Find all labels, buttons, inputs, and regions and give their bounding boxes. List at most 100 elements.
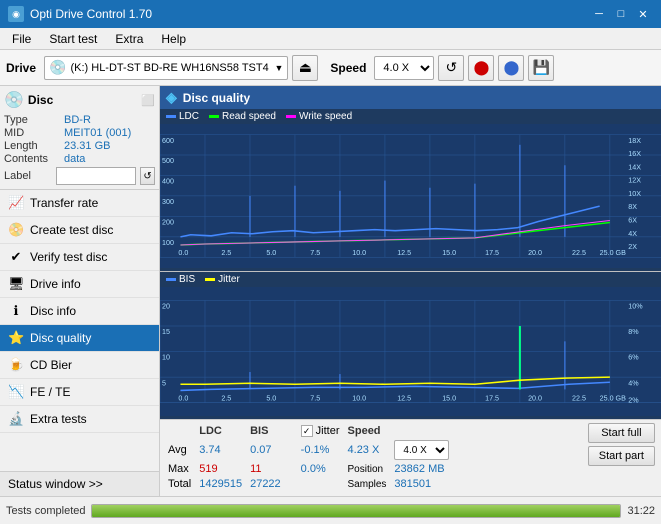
sidebar-item-drive-info[interactable]: 🖥 Drive info [0,271,159,298]
write-dot [286,115,296,118]
mid-label: MID [4,127,64,139]
svg-text:12.5: 12.5 [397,395,411,403]
svg-text:10: 10 [162,354,170,362]
content-area: ◈ Disc quality LDC Read speed [160,86,661,496]
svg-text:15.0: 15.0 [442,249,456,257]
length-label: Length [4,140,64,152]
svg-text:22.5: 22.5 [572,395,586,403]
svg-text:20: 20 [162,302,170,310]
read-speed-legend: Read speed [209,111,276,122]
length-value: 23.31 GB [64,140,110,152]
total-ldc-value: 1429515 [199,478,248,491]
sidebar-item-transfer-rate[interactable]: 📈 Transfer rate [0,190,159,217]
jitter-col-header: Jitter [316,425,340,437]
ldc-chart-legend: LDC Read speed Write speed [160,109,661,124]
svg-text:600: 600 [162,137,174,145]
jitter-checkbox[interactable]: ✓ [301,425,313,437]
svg-text:10.0: 10.0 [352,395,366,403]
extra-tests-label: Extra tests [30,412,151,426]
maximize-button[interactable]: □ [611,4,631,24]
toolbar: Drive 💿 (K:) HL-DT-ST BD-RE WH16NS58 TST… [0,50,661,86]
bis-chart-svg: 20 15 10 5 10% 8% 6% 4% 2% 0.0 2.5 5.0 [160,287,661,416]
sidebar-item-extra-tests[interactable]: 🔬 Extra tests [0,406,159,433]
label-label: Label [4,170,52,182]
contents-label: Contents [4,153,64,165]
close-button[interactable]: ✕ [633,4,653,24]
status-window-label: Status window >> [8,477,103,491]
start-full-button[interactable]: Start full [588,423,655,443]
drive-selector[interactable]: 💿 (K:) HL-DT-ST BD-RE WH16NS58 TST4 ▼ [44,56,288,80]
status-window-button[interactable]: Status window >> [0,471,159,496]
read-dot [209,115,219,118]
sidebar-item-verify-test-disc[interactable]: ✔ Verify test disc [0,244,159,271]
avg-bis-value: 0.07 [250,440,287,461]
svg-text:8%: 8% [628,328,639,336]
menu-help[interactable]: Help [153,30,194,48]
bis-label: BIS [179,274,195,285]
svg-text:200: 200 [162,219,174,227]
start-part-button[interactable]: Start part [588,446,655,466]
progress-bar-fill [92,505,620,517]
sidebar-item-fe-te[interactable]: 📉 FE / TE [0,379,159,406]
sidebar-item-disc-info[interactable]: ℹ Disc info [0,298,159,325]
ldc-chart-svg: 600 500 400 300 200 100 18X 16X 14X 12X … [160,124,661,268]
svg-text:500: 500 [162,157,174,165]
type-label: Type [4,114,64,126]
sidebar-item-create-test-disc[interactable]: 📀 Create test disc [0,217,159,244]
cd-bier-label: CD Bier [30,358,151,372]
minimize-button[interactable]: ─ [589,4,609,24]
drive-label: Drive [6,61,36,75]
svg-text:20.0: 20.0 [528,395,542,403]
jitter-legend: Jitter [205,274,240,285]
save-button[interactable]: 💾 [528,55,554,81]
main-area: 💿 Disc ⬜ Type BD-R MID MEIT01 (001) Leng… [0,86,661,496]
svg-text:8X: 8X [628,203,637,211]
transfer-rate-label: Transfer rate [30,196,151,210]
app-title: Opti Drive Control 1.70 [30,7,152,21]
ldc-chart: LDC Read speed Write speed [160,109,661,271]
avg-ldc-value: 3.74 [199,440,248,461]
disc-label-refresh-btn[interactable]: ↺ [140,167,155,185]
disc-quality-icon: ⭐ [8,330,24,346]
menu-extra[interactable]: Extra [107,30,151,48]
svg-text:10%: 10% [628,302,643,310]
svg-text:0.0: 0.0 [178,395,188,403]
svg-text:5: 5 [162,379,166,387]
titlebar: ◉ Opti Drive Control 1.70 ─ □ ✕ [0,0,661,28]
stats-speed-select[interactable]: 4.0 X 2.0 X 8.0 X [394,440,449,460]
sidebar: 💿 Disc ⬜ Type BD-R MID MEIT01 (001) Leng… [0,86,160,496]
speed-select[interactable]: 4.0 X 2.0 X 8.0 X [374,56,434,80]
disc-quality-header: ◈ Disc quality [160,86,661,109]
samples-label: Samples [348,478,393,491]
sidebar-item-cd-bier[interactable]: 🍺 CD Bier [0,352,159,379]
stats-table: LDC BIS ✓ Jitter Speed Avg 3.74 0. [166,423,457,493]
disc-section-icon: 💿 [4,90,24,110]
jitter-checkbox-row[interactable]: ✓ Jitter [301,425,340,437]
create-test-disc-label: Create test disc [30,223,151,237]
position-value: 23862 MB [394,463,455,476]
max-bis-value: 11 [250,463,287,476]
toolbar-btn-blue[interactable]: ⬤ [498,55,524,81]
action-buttons: Start full Start part [588,423,655,466]
menu-starttest[interactable]: Start test [41,30,105,48]
svg-text:5.0: 5.0 [266,395,276,403]
ldc-dot [166,115,176,118]
svg-text:0.0: 0.0 [178,249,188,257]
svg-text:18X: 18X [628,137,641,145]
eject-button[interactable]: ⏏ [292,55,318,81]
svg-text:16X: 16X [628,150,641,158]
svg-text:14X: 14X [628,163,641,171]
max-ldc-value: 519 [199,463,248,476]
disc-label-input[interactable] [56,167,136,185]
menu-file[interactable]: File [4,30,39,48]
cd-bier-icon: 🍺 [8,357,24,373]
total-label: Total [168,478,197,491]
refresh-button[interactable]: ↺ [438,55,464,81]
toolbar-btn-red[interactable]: ⬤ [468,55,494,81]
speed-label: Speed [330,61,366,75]
svg-text:10X: 10X [628,190,641,198]
progress-bar [91,504,621,518]
svg-text:6X: 6X [628,217,637,225]
sidebar-item-disc-quality[interactable]: ⭐ Disc quality [0,325,159,352]
max-label: Max [168,463,197,476]
